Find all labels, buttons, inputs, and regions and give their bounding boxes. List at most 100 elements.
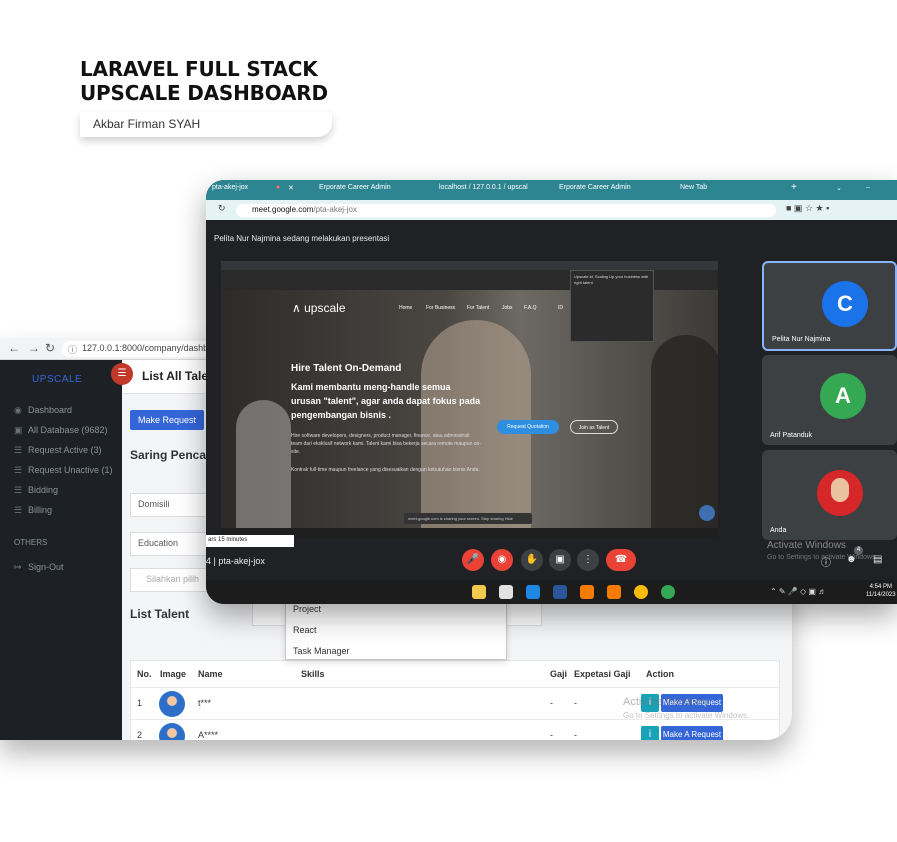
sidebar-item-all-database[interactable]: ▣ All Database (9682) [14,425,108,436]
chrome-icon[interactable] [661,585,675,599]
activate-windows-title: Activate Windows [767,540,846,551]
company-logo-icon: ☰ [111,363,133,385]
chat-icon[interactable]: ▤ [873,554,882,565]
clock-time: 4:54 PM [869,584,892,590]
participant-tile[interactable]: Anda [762,450,897,540]
upscale-logo-text: upscale [304,301,346,315]
sidebar-item-label: All Database (9682) [28,425,108,435]
row-number: 2 [137,730,143,740]
database-icon: ▣ [14,425,23,435]
word-icon[interactable] [553,585,567,599]
dashboard-url-text: 127.0.0.1:8000/company/dashboa [82,343,219,353]
nav-faq[interactable]: F.A.Q [524,305,537,311]
participant-tile[interactable]: A Arif Patanduk [762,355,897,445]
activate-windows-title: Activate Windows [623,696,710,708]
system-tray[interactable]: ⌃ ✎ 🎤 ◇ ▣ ♬ [770,587,826,596]
chevron-down-icon[interactable]: ⌄ [836,184,842,192]
nav-talent[interactable]: For Talent [467,305,489,311]
nav-home[interactable]: Home [399,305,412,311]
list-icon: ☰ [14,445,23,455]
mic-off-icon[interactable]: 🎤 [462,549,484,571]
reload-icon[interactable]: ↻ [218,203,226,214]
avatar [159,691,185,717]
request-quotation-button[interactable]: Request Quotation [497,420,559,434]
avatar [159,723,185,740]
people-icon[interactable]: ☻ [846,554,857,565]
timer-popup: ars 15 minutes [206,535,294,547]
url-host: meet.google.com [252,205,314,214]
tab-localhost[interactable]: localhost / 127.0.0.1 / upscal [439,184,528,191]
sidebar-item-request-active[interactable]: ☰ Request Active (3) [14,445,102,456]
xampp-icon[interactable] [580,585,594,599]
signout-icon: ↦ [14,562,22,572]
file-explorer-icon[interactable] [472,585,486,599]
salary: - [550,730,553,740]
sidebar-item-label: Dashboard [28,405,73,415]
extension-icons[interactable]: ■ ▣ ☆ ★ ▪ [786,203,829,214]
info-icon[interactable]: i [641,726,659,740]
participant-name: Pelita Nur Najmina [772,336,831,343]
list-icon: ☰ [14,505,23,515]
participant-name: Anda [770,527,787,534]
meet-url-bar: ↻ meet.google.com/pta-akej-jox ■ ▣ ☆ ★ ▪ [206,200,897,220]
tab-career-admin-2[interactable]: Erporate Career Admin [559,184,631,191]
raise-hand-icon[interactable]: ✋ [521,549,543,571]
showcase-page: LARAVEL FULL STACK UPSCALE DASHBOARD Akb… [0,0,897,842]
sidebar-item-signout[interactable]: ↦ Sign-Out [14,562,64,573]
close-icon[interactable]: ✕ [288,184,294,192]
dropdown-option[interactable]: React [286,620,506,641]
shared-screen: ∧ upscale Home For Business For Talent J… [221,261,718,538]
new-tab-icon[interactable]: + [791,182,797,193]
join-as-talent-button[interactable]: Join as Talent [570,420,618,434]
vscode-icon[interactable] [526,585,540,599]
participant-name: Arif Patanduk [770,432,813,439]
tab-career-admin[interactable]: Erporate Career Admin [319,184,391,191]
browser-tab-strip: pta-akej-jox ● ✕ Erporate Career Admin l… [206,180,897,200]
xampp-icon[interactable] [607,585,621,599]
sidebar-item-request-unactive[interactable]: ☰ Request Unactive (1) [14,465,113,476]
camera-off-icon[interactable]: ◉ [491,549,513,571]
meet-url-field[interactable]: meet.google.com/pta-akej-jox [236,204,776,217]
expected-salary: - [574,730,577,740]
present-icon[interactable]: ▣ [549,549,571,571]
nav-business[interactable]: For Business [426,305,455,311]
author-name: Akbar Firman SYAH [93,117,201,131]
column-header: Image [160,669,187,679]
nav-jobs[interactable]: Jobs [502,305,513,311]
sharing-notice: meet.google.com is sharing your screen. … [404,513,532,524]
nav-language[interactable]: ID [558,305,563,311]
sidebar-item-label: Billing [28,505,53,515]
row-number: 1 [137,698,143,708]
minimize-icon[interactable]: – [866,184,870,191]
tab-new[interactable]: New Tab [680,184,707,191]
make-a-request-button[interactable]: Make A Request [661,726,723,740]
chat-bubble-icon[interactable] [699,505,715,521]
clock[interactable]: 4:54 PM 11/14/2023 [866,583,896,599]
recording-dot-icon: ● [276,184,281,191]
sidebar-item-billing[interactable]: ☰ Billing [14,505,52,516]
sidebar-item-dashboard[interactable]: ◉ Dashboard [14,405,72,416]
background-figure [236,400,291,535]
participant-tile[interactable]: C Pelita Nur Najmina [762,261,897,351]
title-line-2: UPSCALE DASHBOARD [80,81,328,105]
chrome-icon[interactable] [634,585,648,599]
clock-date: 11/14/2023 [866,592,896,598]
sidebar-brand[interactable]: UPSCALE [32,374,82,385]
edge-icon[interactable] [499,585,513,599]
list-icon: ☰ [14,465,23,475]
meet-window: pta-akej-jox ● ✕ Erporate Career Admin l… [206,180,897,604]
make-request-button[interactable]: Make Request [130,410,204,430]
back-icon[interactable]: ← [8,341,20,355]
dropdown-option[interactable]: Task Manager [286,641,506,662]
sidebar-item-label: Request Unactive (1) [28,465,113,475]
more-options-icon[interactable]: ⋮ [577,549,599,571]
reload-icon[interactable]: ↻ [45,341,55,355]
end-call-icon[interactable]: ☎ [606,549,636,571]
shared-popup: Upscale.id, Scaling Up your business wit… [570,270,654,342]
shared-taskbar [221,528,718,538]
sidebar-item-bidding[interactable]: ☰ Bidding [14,485,58,496]
forward-icon[interactable]: → [28,341,40,355]
column-header: Action [646,669,674,679]
info-icon[interactable]: ⓘ [821,554,831,569]
tab-meet[interactable]: pta-akej-jox [212,184,248,191]
